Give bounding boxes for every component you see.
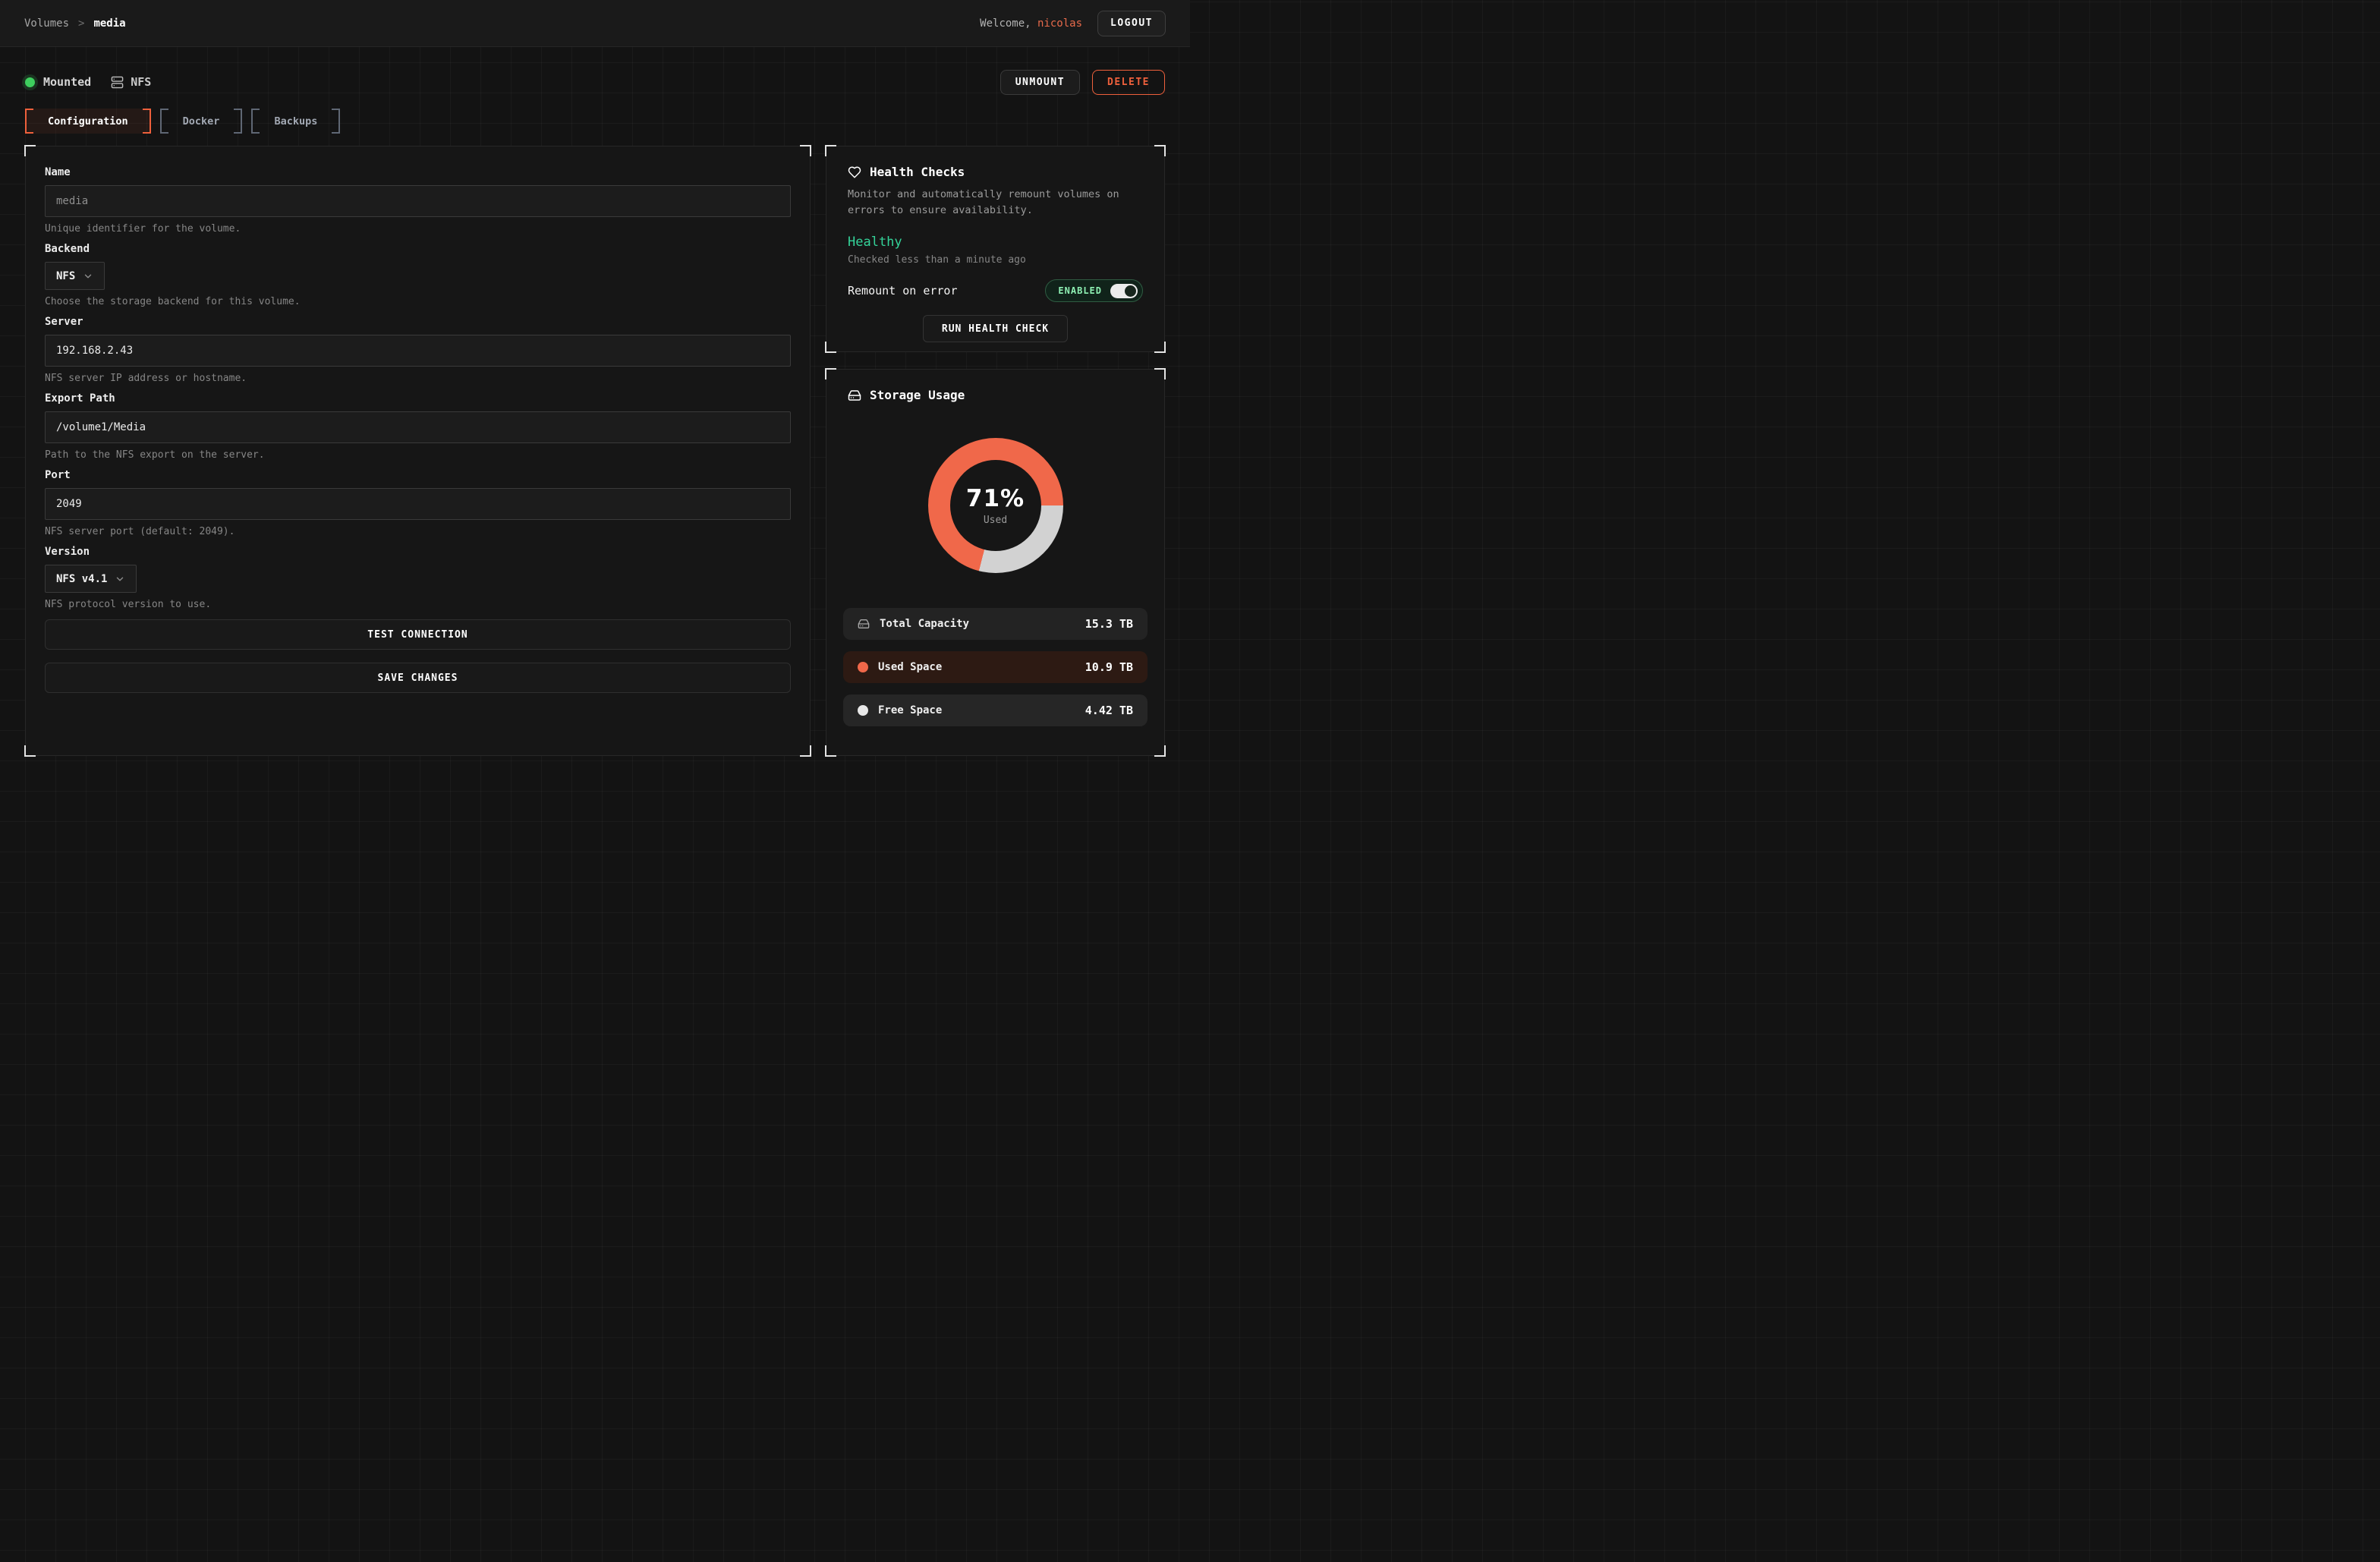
username: nicolas	[1037, 17, 1082, 30]
version-field-group: Version NFS v4.1 NFS protocol version to…	[45, 546, 791, 610]
hard-drive-icon	[858, 618, 870, 630]
server-help: NFS server IP address or hostname.	[45, 373, 791, 384]
corner-bracket	[825, 342, 836, 353]
logout-button[interactable]: LOGOUT	[1097, 11, 1166, 36]
server-field-group: Server NFS server IP address or hostname…	[45, 316, 791, 384]
version-select[interactable]: NFS v4.1	[45, 565, 137, 593]
corner-bracket	[1154, 745, 1166, 757]
corner-bracket	[800, 145, 811, 156]
corner-bracket	[825, 145, 836, 156]
storage-usage-panel: Storage Usage 71% Used	[826, 369, 1165, 756]
backend-select-value: NFS	[56, 270, 75, 282]
corner-bracket	[1154, 342, 1166, 353]
storage-usage-title: Storage Usage	[870, 388, 965, 402]
backend-help: Choose the storage backend for this volu…	[45, 296, 791, 307]
toggle-knob-icon	[1125, 285, 1136, 297]
health-checks-description: Monitor and automatically remount volume…	[848, 187, 1143, 219]
status-row: Mounted NFS UNMOUNT DELETE	[25, 67, 1165, 97]
name-input[interactable]	[45, 185, 791, 217]
test-connection-button[interactable]: TEST CONNECTION	[45, 619, 791, 650]
corner-bracket	[1154, 368, 1166, 379]
port-input[interactable]	[45, 488, 791, 520]
used-percent-caption: Used	[984, 515, 1007, 526]
tab-backups[interactable]: Backups	[251, 109, 340, 134]
server-icon	[111, 76, 124, 89]
free-space-label: Free Space	[878, 704, 1075, 716]
welcome-text: Welcome, nicolas	[980, 17, 1082, 30]
heart-icon	[848, 165, 861, 179]
used-space-label: Used Space	[878, 661, 1075, 673]
used-space-dot-icon	[858, 662, 868, 672]
tab-configuration[interactable]: Configuration	[25, 109, 151, 134]
version-select-value: NFS v4.1	[56, 573, 107, 585]
remount-toggle[interactable]: ENABLED	[1045, 279, 1143, 302]
free-space-value: 4.42 TB	[1085, 704, 1133, 717]
corner-bracket	[825, 745, 836, 757]
breadcrumb-volumes-link[interactable]: Volumes	[24, 17, 69, 30]
export-path-label: Export Path	[45, 392, 791, 405]
health-checks-panel: Health Checks Monitor and automatically …	[826, 146, 1165, 352]
tab-bar: Configuration Docker Backups	[25, 109, 1165, 134]
health-last-checked: Checked less than a minute ago	[848, 254, 1143, 266]
storage-donut-chart: 71% Used	[928, 438, 1063, 573]
breadcrumb: Volumes > media	[24, 17, 126, 30]
tab-docker[interactable]: Docker	[160, 109, 243, 134]
unmount-button[interactable]: UNMOUNT	[1000, 70, 1080, 95]
corner-bracket	[825, 368, 836, 379]
save-changes-button[interactable]: SAVE CHANGES	[45, 663, 791, 693]
export-path-help: Path to the NFS export on the server.	[45, 449, 791, 461]
total-capacity-label: Total Capacity	[880, 618, 1075, 630]
configuration-panel: Name Unique identifier for the volume. B…	[25, 146, 811, 756]
hard-drive-icon	[848, 389, 861, 402]
port-field-group: Port NFS server port (default: 2049).	[45, 469, 791, 537]
storage-donut-center: 71% Used	[950, 460, 1041, 551]
mounted-status-dot-icon	[25, 77, 35, 87]
export-path-field-group: Export Path Path to the NFS export on th…	[45, 392, 791, 461]
export-path-input[interactable]	[45, 411, 791, 443]
backend-badge-label: NFS	[131, 75, 151, 89]
name-help: Unique identifier for the volume.	[45, 223, 791, 235]
health-checks-title: Health Checks	[870, 165, 965, 179]
breadcrumb-current: media	[93, 17, 125, 30]
corner-bracket	[24, 745, 36, 757]
used-percent-value: 71%	[966, 485, 1025, 512]
free-space-row: Free Space 4.42 TB	[843, 694, 1148, 726]
port-label: Port	[45, 469, 791, 481]
port-help: NFS server port (default: 2049).	[45, 526, 791, 537]
version-label: Version	[45, 546, 791, 558]
corner-bracket	[24, 145, 36, 156]
mount-status: Mounted	[25, 75, 91, 89]
server-input[interactable]	[45, 335, 791, 367]
topbar: Volumes > media Welcome, nicolas LOGOUT	[0, 0, 1190, 47]
version-help: NFS protocol version to use.	[45, 599, 791, 610]
total-capacity-row: Total Capacity 15.3 TB	[843, 608, 1148, 640]
backend-label: Backend	[45, 243, 791, 255]
run-health-check-button[interactable]: RUN HEALTH CHECK	[923, 315, 1068, 342]
used-space-row: Used Space 10.9 TB	[843, 651, 1148, 683]
total-capacity-value: 15.3 TB	[1085, 617, 1133, 631]
health-status-text: Healthy	[848, 235, 1143, 250]
backend-select[interactable]: NFS	[45, 262, 105, 290]
toggle-switch-icon	[1110, 284, 1138, 298]
name-label: Name	[45, 166, 791, 178]
backend-field-group: Backend NFS Choose the storage backend f…	[45, 243, 791, 307]
breadcrumb-separator: >	[78, 17, 84, 30]
delete-button[interactable]: DELETE	[1092, 70, 1165, 95]
corner-bracket	[1154, 145, 1166, 156]
used-space-value: 10.9 TB	[1085, 660, 1133, 674]
mount-status-label: Mounted	[43, 75, 91, 89]
server-label: Server	[45, 316, 791, 328]
remount-on-error-label: Remount on error	[848, 284, 958, 298]
remount-toggle-state: ENABLED	[1058, 285, 1102, 296]
backend-badge: NFS	[111, 75, 151, 89]
chevron-down-icon	[83, 271, 93, 282]
chevron-down-icon	[115, 574, 125, 584]
free-space-dot-icon	[858, 705, 868, 716]
name-field-group: Name Unique identifier for the volume.	[45, 166, 791, 235]
corner-bracket	[800, 745, 811, 757]
